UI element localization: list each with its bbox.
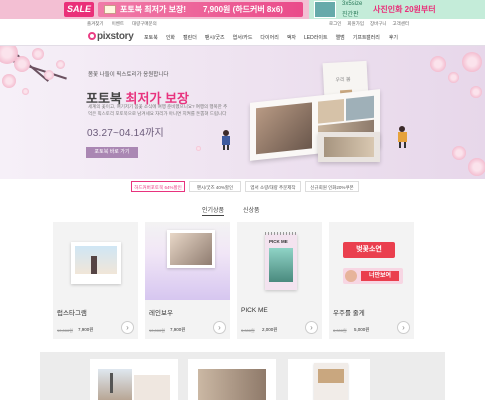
- hero-banner[interactable]: 봄꽃 나들이 픽스토리가 응원합니다 포토북 최저가 보장 세계의 꽃이고, 여…: [0, 46, 485, 179]
- product-cover-text: PICK ME: [269, 239, 288, 244]
- product-name: 럽스타그램: [57, 310, 87, 317]
- top-promo-strip[interactable]: SALE 포토북 최저가 보장! 7,900원 (하드커버 8x6) 3x5si…: [0, 0, 485, 19]
- product-price: 7,900원: [170, 327, 186, 332]
- product-old-price: 6,000원: [333, 328, 347, 333]
- photobook-cta-button[interactable]: 포토북 바로 가기: [86, 147, 138, 158]
- product-card[interactable]: 레인보우 10,000원 7,900원 ›: [145, 222, 230, 339]
- product-price: 7,900원: [78, 327, 94, 332]
- sale-badge: SALE: [64, 2, 94, 17]
- nav-diary[interactable]: 다이어리: [260, 34, 278, 41]
- promo-title: 포토북 최저가 보장!: [120, 5, 186, 14]
- nav-frame[interactable]: 액자: [287, 34, 296, 41]
- event-tab-fancy-goods[interactable]: 팬시/굿즈 40%할인: [189, 181, 241, 192]
- print-promo-banner[interactable]: 3x5size 진간판 사진인화 20원부터: [309, 0, 485, 19]
- hero-subtitle: 봄꽃 나들이 픽스토리가 응원합니다: [88, 72, 169, 78]
- chevron-right-icon[interactable]: ›: [213, 321, 226, 334]
- blossom-decoration: [196, 146, 201, 151]
- product-image: PICK ME: [237, 222, 322, 300]
- product-image: 벚꽃소연 너만보여: [329, 222, 414, 300]
- nav-reviews[interactable]: 후기: [389, 34, 398, 41]
- nav-print[interactable]: 인화: [166, 34, 175, 41]
- nav-gift[interactable]: 기프트: [353, 34, 367, 41]
- chevron-right-icon[interactable]: ›: [305, 321, 318, 334]
- chevron-right-icon[interactable]: ›: [397, 321, 410, 334]
- print-size-label: 3x5size: [342, 1, 363, 7]
- nav-led-light[interactable]: LED라이트: [304, 34, 328, 41]
- product-name: 레인보우: [149, 310, 173, 317]
- nav-right: 갤러리 후기: [366, 34, 398, 41]
- event-tab-hardcover[interactable]: 하드커버포토북 64%할인: [131, 181, 185, 192]
- blossom-decoration: [32, 48, 44, 60]
- blossom-decoration: [448, 72, 459, 83]
- product-image: [53, 222, 138, 300]
- hero-description: 세계의 꽃이고, 여기저기 봄꽃 소식에 여행 준비했으니요? 여행의 행복한 …: [88, 104, 228, 116]
- photobook-promo-banner[interactable]: 포토북 최저가 보장! 7,900원 (하드커버 8x6): [98, 2, 303, 17]
- blossom-decoration: [14, 56, 30, 72]
- blossom-decoration: [468, 158, 485, 176]
- tab-new-arrivals[interactable]: 신상품: [243, 205, 260, 214]
- blossom-decoration: [470, 86, 482, 98]
- chevron-right-icon[interactable]: ›: [121, 321, 134, 334]
- print-thumbnail-icon: [314, 1, 336, 18]
- product-card[interactable]: 럽스타그램 10,000원 7,900원 ›: [53, 222, 138, 339]
- product-price: 5,000원: [354, 327, 370, 332]
- main-nav: 포토북 인화 캘린더 팬시/굿즈 엽서/카드 다이어리 액자 LED라이트 앨범…: [144, 34, 367, 41]
- site-logo[interactable]: pixstory: [88, 31, 134, 42]
- book-cover-label: 우리 봄: [335, 76, 351, 84]
- blossom-decoration: [22, 88, 29, 95]
- product-old-price: 10,000원: [149, 328, 165, 333]
- photobook-stack-image: [318, 132, 380, 162]
- blossom-decoration: [430, 56, 446, 72]
- tab-popular[interactable]: 인기상품: [202, 205, 225, 216]
- promo-price: 7,900원 (하드커버 8x6): [203, 5, 283, 14]
- product-card[interactable]: PICK ME PICK ME 3,000원 2,000원 ›: [237, 222, 322, 339]
- product-card[interactable]: [188, 359, 276, 400]
- product-card[interactable]: 벚꽃소연 너만보여 우주를 줄게 6,000원 5,000원 ›: [329, 222, 414, 339]
- product-name: PICK ME: [241, 307, 268, 314]
- nav-postcard[interactable]: 엽서/카드: [233, 34, 253, 41]
- nav-gallery[interactable]: 갤러리: [366, 34, 380, 41]
- product-card[interactable]: [288, 359, 370, 400]
- blossom-decoration: [462, 52, 482, 72]
- nav-calendar[interactable]: 캘린더: [183, 34, 197, 41]
- product-price: 2,000원: [262, 327, 278, 332]
- product-old-price: 10,000원: [57, 328, 73, 333]
- product-sticker-label: 벚꽃소연: [343, 242, 395, 258]
- nav-photobook[interactable]: 포토북: [144, 34, 158, 41]
- print-sub-label: 진간판: [342, 12, 359, 18]
- product-image: [145, 222, 230, 300]
- blossom-decoration: [44, 70, 54, 80]
- main-header: pixstory 포토북 인화 캘린더 팬시/굿즈 엽서/카드 다이어리 액자 …: [0, 27, 485, 45]
- logo-mark-icon: [88, 32, 96, 40]
- blossom-decoration: [56, 60, 65, 69]
- blossom-decoration: [452, 146, 466, 160]
- event-tab-postcard[interactable]: 엽서 소량/대량 추문제작: [245, 181, 301, 192]
- product-name: 우주를 줄게: [333, 310, 365, 317]
- product-old-price: 3,000원: [241, 328, 255, 333]
- product-card[interactable]: [90, 359, 178, 400]
- illustration-person: [398, 126, 407, 148]
- photobook-thumbnail-icon: [104, 5, 116, 14]
- event-tabs: 하드커버포토북 64%할인 팬시/굿즈 40%할인 엽서 소량/대량 추문제작 …: [131, 181, 363, 192]
- event-tab-new-member-coupon[interactable]: 신규회원 인화20%쿠폰: [305, 181, 359, 192]
- print-promo-text: 사진인화 20원부터: [373, 5, 436, 14]
- nav-album[interactable]: 앨범: [336, 34, 345, 41]
- blossom-decoration: [2, 74, 16, 88]
- illustration-person: [222, 130, 230, 150]
- product-sticker-label: 너만보여: [361, 271, 399, 281]
- hero-date-range: 03.27~04.14까지: [87, 128, 164, 139]
- nav-fancy-goods[interactable]: 팬시/굿즈: [205, 34, 225, 41]
